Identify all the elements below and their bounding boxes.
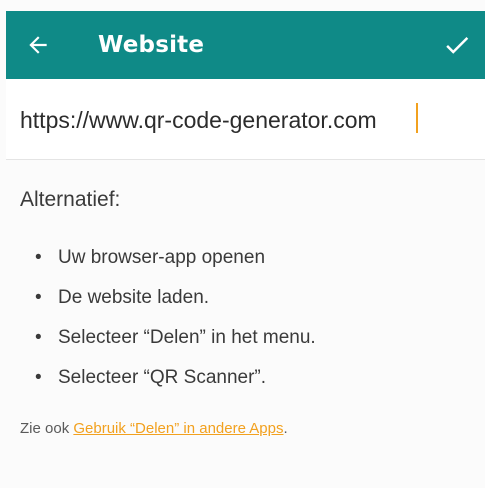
list-item-text: De website laden. xyxy=(58,287,210,308)
list-item-text: Uw browser-app openen xyxy=(58,247,266,268)
url-input[interactable] xyxy=(20,103,460,137)
bullet-icon: • xyxy=(35,327,42,348)
see-also-suffix: . xyxy=(283,420,288,437)
alternative-heading: Alternatief: xyxy=(20,188,121,211)
list-item-text: Selecteer “Delen” in het menu. xyxy=(58,327,316,348)
list-item: • Uw browser-app openen xyxy=(20,238,316,278)
list-item: • Selecteer “QR Scanner”. xyxy=(20,358,316,398)
text-cursor xyxy=(416,103,418,133)
share-in-other-apps-link[interactable]: Gebruik “Delen” in andere Apps xyxy=(73,420,283,437)
url-field-container xyxy=(6,79,485,160)
see-also-note: Zie ook Gebruik “Delen” in andere Apps. xyxy=(20,420,288,437)
list-item-text: Selecteer “QR Scanner”. xyxy=(58,367,267,388)
bullet-icon: • xyxy=(35,287,42,308)
toolbar: Website xyxy=(6,11,485,79)
alternative-steps-list: • Uw browser-app openen • De website lad… xyxy=(20,238,316,398)
bullet-icon: • xyxy=(35,247,42,268)
list-item: • Selecteer “Delen” in het menu. xyxy=(20,318,316,358)
back-button[interactable] xyxy=(20,27,56,63)
see-also-prefix: Zie ook xyxy=(20,420,74,437)
checkmark-icon xyxy=(446,37,469,54)
list-item: • De website laden. xyxy=(20,278,316,318)
confirm-button[interactable] xyxy=(437,25,477,65)
page-title: Website xyxy=(98,32,205,58)
app-screen: Website Alternatief: • Uw browser-app op… xyxy=(0,0,485,488)
bullet-icon: • xyxy=(35,367,42,388)
arrow-left-icon xyxy=(29,36,47,54)
